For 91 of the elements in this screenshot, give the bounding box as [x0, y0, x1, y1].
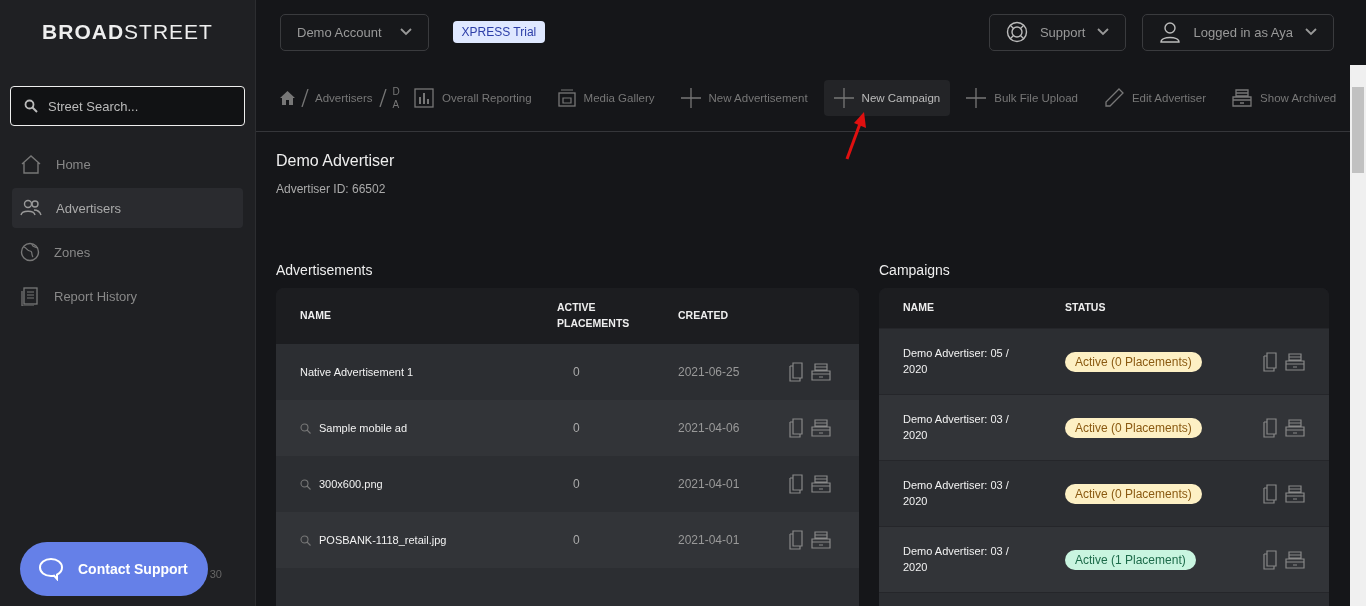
table-cell-text: 0	[572, 365, 581, 379]
magnifier-icon[interactable]	[300, 478, 311, 490]
archive-icon[interactable]	[811, 475, 831, 493]
status-badge: Active (0 Placements)	[1065, 351, 1202, 372]
people-icon	[20, 199, 42, 217]
home-icon	[20, 154, 42, 174]
lifebuoy-icon	[1005, 21, 1028, 43]
column-header: ACTIVE PLACEMENTS	[557, 300, 631, 331]
column-header: NAME	[300, 308, 331, 324]
column-header: CREATED	[678, 308, 728, 324]
breadcrumb-link[interactable]: Advertisers	[315, 91, 373, 104]
advertiser-id: Advertiser ID: 66502	[276, 182, 387, 196]
pointer-arrow	[843, 111, 869, 161]
toolbar-button[interactable]: Overall Reporting	[404, 79, 542, 116]
archive-icon[interactable]	[811, 363, 831, 381]
nav-item[interactable]: Advertisers	[12, 188, 243, 228]
column-header: STATUS	[1065, 300, 1106, 316]
archive-icon[interactable]	[811, 419, 831, 437]
archive-icon[interactable]	[811, 531, 831, 549]
contact-support-button[interactable]: Contact Support	[20, 542, 208, 596]
toolbar-button[interactable]: Edit Advertiser	[1093, 79, 1217, 116]
status-badge: Active (0 Placements)	[1065, 417, 1202, 438]
section-title: Advertisements	[276, 262, 374, 278]
pencil-icon	[1103, 87, 1124, 108]
ad-name[interactable]: Sample mobile ad	[319, 422, 408, 434]
archive-icon	[1232, 88, 1253, 107]
magnifier-icon[interactable]	[300, 422, 311, 434]
ad-name[interactable]: 300x600.png	[319, 478, 383, 490]
copy-icon[interactable]	[788, 362, 806, 382]
broadstreet-logo: BROADSTREET	[42, 20, 213, 44]
archive-icon[interactable]	[1285, 352, 1305, 371]
nav-item[interactable]: Home	[12, 144, 243, 184]
user-dropdown[interactable]: Logged in as Aya	[1142, 13, 1334, 51]
scrollbar[interactable]	[1350, 65, 1366, 606]
magnifier-icon[interactable]	[300, 534, 311, 546]
home-icon[interactable]	[280, 90, 295, 105]
account-dropdown[interactable]: Demo Account	[280, 13, 429, 51]
ad-name[interactable]: POSBANK-1118_retail.jpg	[319, 534, 447, 546]
table-cell-text: 2021-04-01	[678, 477, 741, 491]
gallery-icon	[557, 88, 576, 107]
slash-icon	[378, 88, 387, 107]
chevron-down-icon	[399, 28, 412, 36]
search-field[interactable]: Street Search...	[10, 86, 245, 126]
status-badge: Active (0 Placements)	[1065, 483, 1202, 504]
bar-chart-icon	[414, 87, 435, 108]
ad-name[interactable]: Native Advertisement 1	[300, 366, 414, 378]
status-badge: Active (1 Placement)	[1065, 549, 1196, 570]
version-text: 30	[209, 568, 222, 580]
table-cell-text: 0	[572, 421, 581, 435]
slash-icon	[301, 88, 309, 107]
archive-icon[interactable]	[1285, 418, 1305, 437]
archive-icon[interactable]	[1285, 550, 1305, 569]
copy-icon[interactable]	[1262, 549, 1280, 570]
trial-badge: XPRESS Trial	[452, 21, 546, 43]
copy-icon[interactable]	[788, 474, 806, 494]
table-cell-text: 0	[572, 477, 581, 491]
plus-icon	[680, 87, 701, 108]
toolbar-button[interactable]: New Campaign	[823, 79, 951, 116]
campaign-name[interactable]: Demo Advertiser: 05 / 2020	[903, 345, 1033, 378]
section-title: Campaigns	[879, 262, 951, 278]
support-dropdown[interactable]: Support	[988, 13, 1127, 51]
table-cell-text: 2021-06-25	[678, 365, 741, 379]
table-cell-text: 0	[572, 533, 581, 547]
copy-icon[interactable]	[788, 418, 806, 438]
nav-item[interactable]: Zones	[12, 232, 243, 272]
toolbar-button[interactable]: Bulk File Upload	[956, 79, 1088, 116]
toolbar-button[interactable]: Media Gallery	[547, 79, 665, 116]
breadcrumb-link[interactable]: D A	[392, 84, 399, 111]
advertiser-name: Demo Advertiser	[276, 152, 396, 170]
report-icon	[20, 286, 40, 306]
copy-icon[interactable]	[1262, 483, 1280, 504]
chevron-down-icon	[1097, 28, 1110, 36]
copy-icon[interactable]	[788, 530, 806, 550]
plus-icon	[966, 87, 987, 108]
copy-icon[interactable]	[1262, 351, 1280, 372]
toolbar-button[interactable]: Show Archived	[1222, 79, 1347, 116]
table-cell-text: 2021-04-06	[678, 421, 741, 435]
campaign-name[interactable]: Demo Advertiser: 03 / 2020	[903, 411, 1033, 444]
campaign-name[interactable]: Demo Advertiser: 03 / 2020	[903, 477, 1033, 510]
plus-icon	[833, 87, 854, 108]
chevron-down-icon	[1305, 28, 1317, 36]
toolbar-button[interactable]: New Advertisement	[670, 79, 818, 116]
globe-icon	[20, 242, 40, 262]
chat-bubble-icon	[38, 557, 64, 581]
copy-icon[interactable]	[1262, 417, 1280, 438]
column-header: NAME	[903, 300, 934, 316]
table-cell-text: 2021-04-01	[678, 533, 741, 547]
campaign-name[interactable]: Demo Advertiser: 03 / 2020	[903, 543, 1033, 576]
archive-icon[interactable]	[1285, 484, 1305, 503]
user-icon	[1159, 21, 1182, 43]
nav-item[interactable]: Report History	[12, 276, 243, 316]
